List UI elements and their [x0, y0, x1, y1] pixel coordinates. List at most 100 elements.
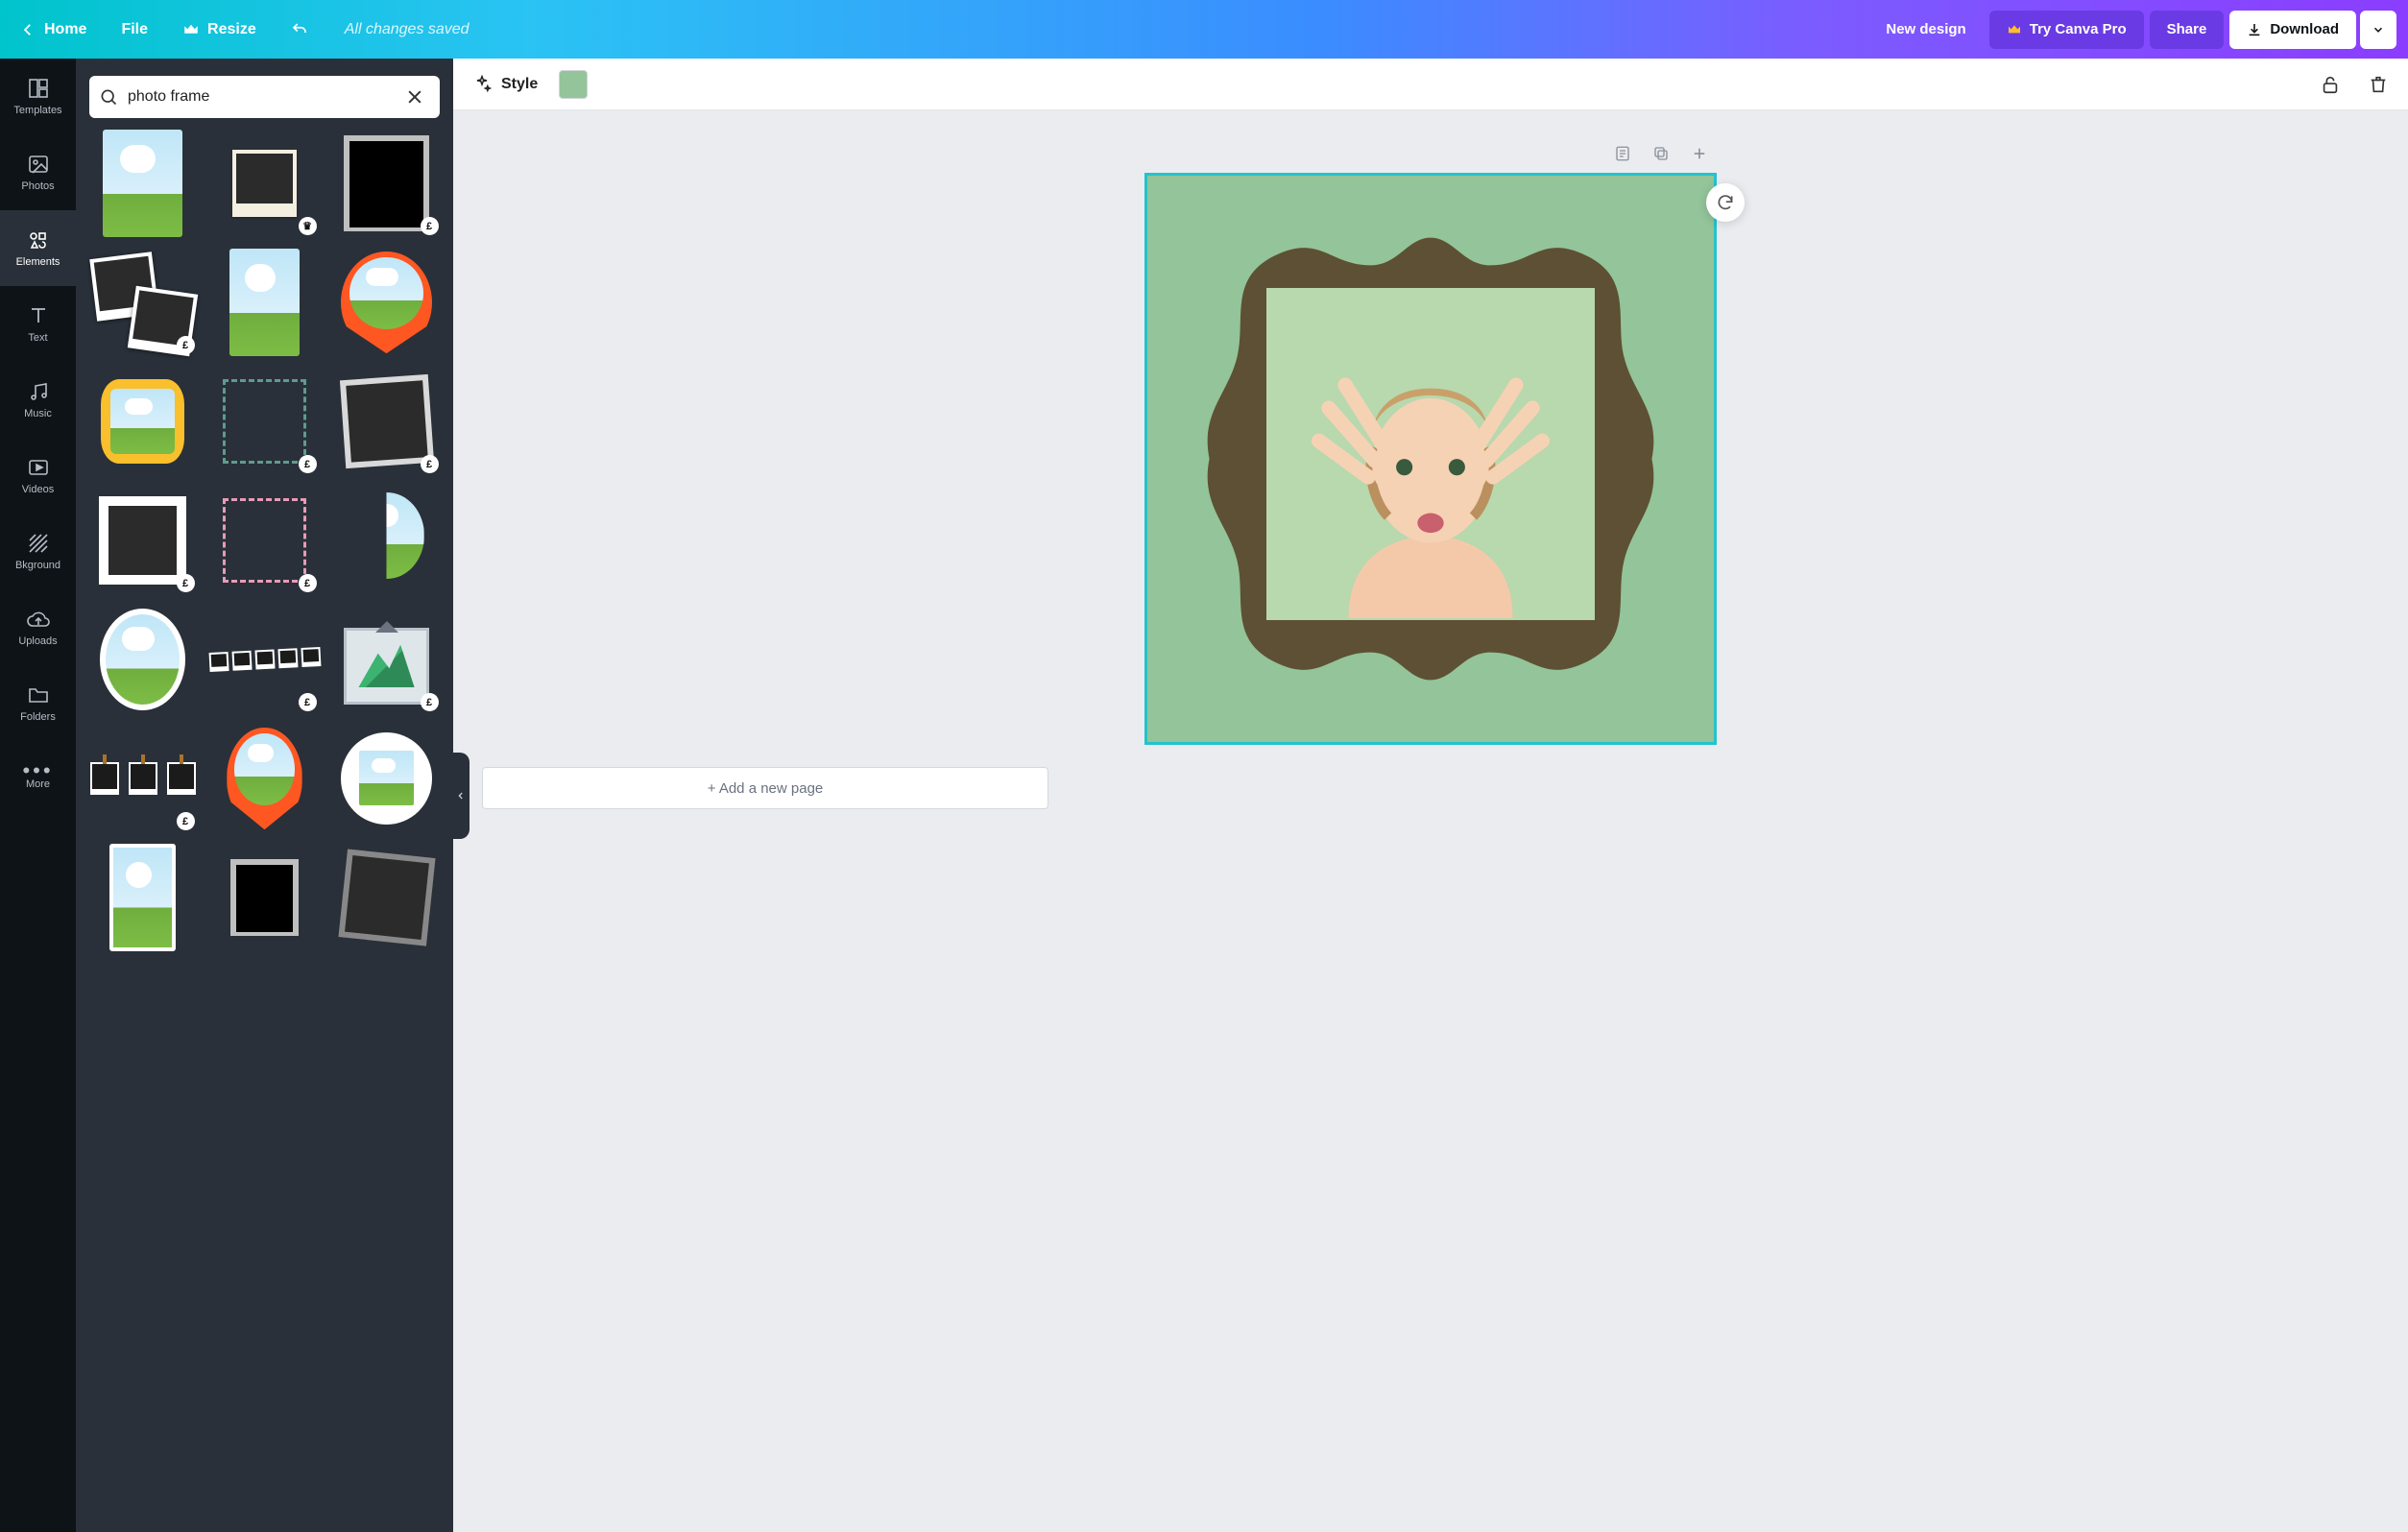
rail-elements[interactable]: Elements: [0, 210, 76, 286]
photo-content[interactable]: [1266, 288, 1595, 620]
rail-music[interactable]: Music: [0, 362, 76, 438]
context-toolbar: Style: [453, 59, 2408, 110]
regenerate-button[interactable]: [1706, 183, 1745, 222]
search-field: [89, 76, 440, 118]
frame-thumb[interactable]: £: [211, 487, 319, 594]
new-design-button[interactable]: New design: [1868, 11, 1983, 49]
color-swatch[interactable]: [559, 70, 588, 99]
background-icon: [27, 532, 50, 555]
rail-folders-label: Folders: [20, 711, 56, 723]
rail-elements-label: Elements: [16, 256, 60, 268]
lock-button[interactable]: [2314, 68, 2347, 101]
frame-thumb[interactable]: [89, 606, 197, 713]
file-menu[interactable]: File: [106, 11, 163, 49]
rail-templates-label: Templates: [13, 105, 61, 116]
rail-text[interactable]: Text: [0, 286, 76, 362]
frame-thumb[interactable]: [211, 725, 319, 832]
rail-templates[interactable]: Templates: [0, 59, 76, 134]
elements-results[interactable]: ♛ £ £ £ £ £ £ £ £ £: [76, 128, 453, 1532]
search-icon: [99, 87, 118, 107]
text-icon: [27, 304, 50, 327]
download-button[interactable]: Download: [2229, 11, 2356, 49]
frame-thumb[interactable]: £: [211, 606, 319, 713]
style-label: Style: [501, 76, 538, 93]
templates-icon: [27, 77, 50, 100]
frame-thumb[interactable]: [333, 249, 441, 356]
style-button[interactable]: Style: [467, 74, 543, 95]
rail-uploads[interactable]: Uploads: [0, 589, 76, 665]
frame-thumb[interactable]: [333, 844, 441, 951]
try-pro-button[interactable]: Try Canva Pro: [1989, 11, 2144, 49]
frame-thumb[interactable]: [89, 844, 197, 951]
crown-icon: [182, 21, 200, 38]
elements-grid: ♛ £ £ £ £ £ £ £ £ £: [87, 130, 442, 951]
photo-illustration: [1266, 288, 1595, 620]
frame-thumb[interactable]: [211, 844, 319, 951]
plus-icon: [1691, 145, 1708, 162]
rail-text-label: Text: [28, 332, 47, 344]
frame-thumb[interactable]: £: [333, 130, 441, 237]
download-more-button[interactable]: [2360, 11, 2396, 49]
delete-button[interactable]: [2362, 68, 2395, 101]
frame-thumb[interactable]: £: [333, 606, 441, 713]
frame-thumb[interactable]: [333, 487, 441, 594]
search-row: [76, 59, 453, 128]
rail-music-label: Music: [24, 408, 52, 419]
header-right: New design Try Canva Pro Share Download: [1868, 11, 2396, 49]
rail-folders[interactable]: Folders: [0, 665, 76, 741]
frame-thumb[interactable]: ♛: [211, 130, 319, 237]
search-clear-button[interactable]: [399, 86, 430, 108]
chevron-down-icon: [2372, 23, 2385, 36]
new-design-label: New design: [1886, 21, 1965, 37]
rail-background-label: Bkground: [15, 560, 60, 571]
elements-icon: [27, 228, 50, 251]
panel-collapse-button[interactable]: [452, 753, 470, 839]
frame-thumb[interactable]: £: [89, 725, 197, 832]
rail-videos[interactable]: Videos: [0, 438, 76, 514]
frame-thumb[interactable]: £: [333, 368, 441, 475]
add-page-button[interactable]: + Add a new page: [482, 767, 1048, 809]
music-icon: [27, 380, 50, 403]
frame-thumb[interactable]: £: [211, 368, 319, 475]
rail-more-label: More: [26, 778, 50, 790]
chevron-left-icon: [456, 791, 466, 801]
frame-thumb[interactable]: £: [89, 249, 197, 356]
elements-panel: ♛ £ £ £ £ £ £ £ £ £: [76, 59, 453, 1532]
canvas-page[interactable]: [1147, 176, 1714, 742]
close-icon: [405, 87, 424, 107]
page-notes-button[interactable]: [1608, 139, 1637, 168]
rail-uploads-label: Uploads: [18, 635, 57, 647]
page-duplicate-button[interactable]: [1647, 139, 1675, 168]
chevron-left-icon: [19, 21, 36, 38]
rail-photos[interactable]: Photos: [0, 134, 76, 210]
page-add-button[interactable]: [1685, 139, 1714, 168]
nav-rail: Templates Photos Elements Text Music Vid…: [0, 59, 76, 1532]
rail-more[interactable]: ••• More: [0, 741, 76, 817]
photo-frame-element[interactable]: [1200, 228, 1661, 689]
crown-icon: [2007, 22, 2022, 37]
frame-thumb[interactable]: [211, 249, 319, 356]
canvas-scroll[interactable]: + Add a new page: [453, 110, 2408, 1532]
frame-thumb[interactable]: [89, 368, 197, 475]
header-left: Home File Resize All changes saved: [4, 11, 470, 49]
home-button[interactable]: Home: [4, 11, 102, 49]
refresh-icon: [1716, 193, 1735, 212]
note-icon: [1614, 145, 1631, 162]
add-page-label: + Add a new page: [708, 780, 824, 797]
undo-button[interactable]: [276, 11, 324, 49]
more-icon: •••: [22, 768, 53, 774]
folders-icon: [27, 683, 50, 706]
photos-icon: [27, 153, 50, 176]
resize-button[interactable]: Resize: [167, 11, 272, 49]
frame-thumb[interactable]: [333, 725, 441, 832]
page-actions: [1147, 139, 1714, 168]
rail-videos-label: Videos: [22, 484, 54, 495]
frame-thumb[interactable]: £: [89, 487, 197, 594]
price-badge: £: [177, 574, 195, 592]
price-badge: £: [421, 217, 439, 235]
frame-thumb[interactable]: [89, 130, 197, 237]
main-area: Templates Photos Elements Text Music Vid…: [0, 59, 2408, 1532]
rail-background[interactable]: Bkground: [0, 514, 76, 589]
search-input[interactable]: [126, 87, 392, 107]
share-button[interactable]: Share: [2150, 11, 2225, 49]
